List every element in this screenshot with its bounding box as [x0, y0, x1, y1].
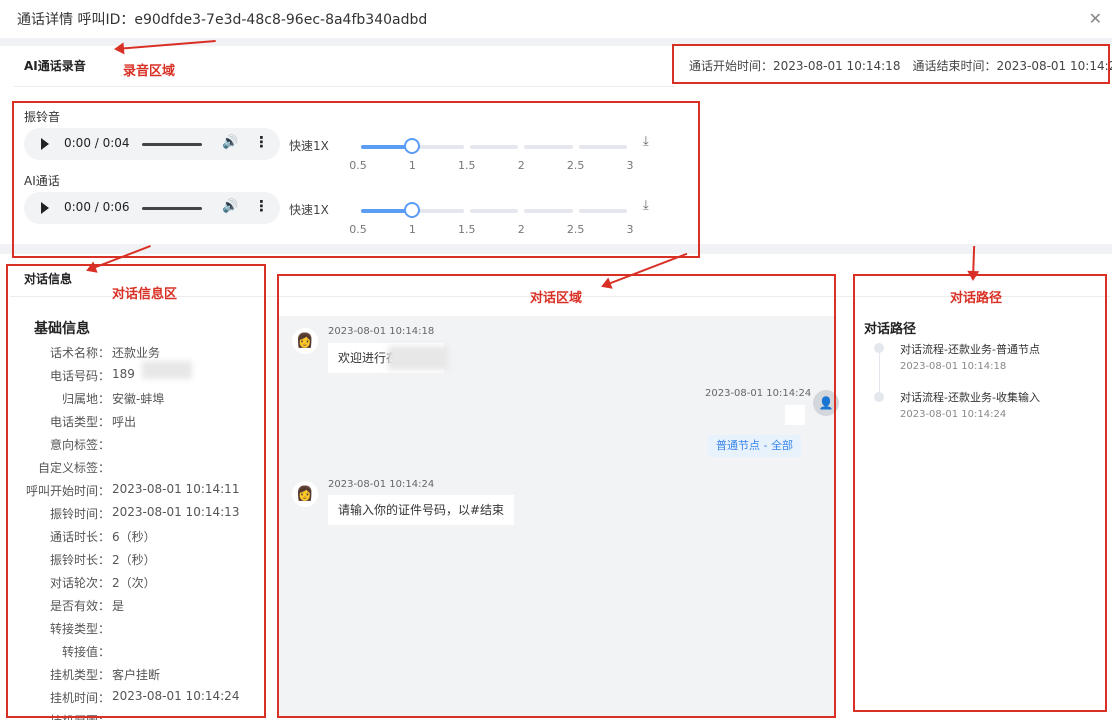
annotation-label-path: 对话路径 [950, 291, 1003, 306]
annotation-box-chat [277, 274, 836, 718]
annotation-label-chat: 对话区域 [530, 291, 583, 306]
recording-divider [14, 86, 674, 87]
annotation-box-recording [12, 101, 700, 258]
annotation-label-info: 对话信息区 [112, 287, 178, 302]
annotation-arrow-path [972, 245, 976, 280]
annotation-label-recording: 录音区域 [123, 64, 176, 79]
annotation-box-time [672, 44, 1110, 84]
annotation-box-info [6, 264, 266, 718]
dialog-header: 通话详情 呼叫ID：e90dfde3-7e3d-48c8-96ec-8a4fb3… [0, 0, 1112, 38]
annotation-box-path [853, 274, 1107, 712]
dialog-title: 通话详情 呼叫ID：e90dfde3-7e3d-48c8-96ec-8a4fb3… [17, 12, 428, 28]
close-icon[interactable]: ✕ [1089, 9, 1102, 28]
recording-title: AI通话录音 [24, 59, 86, 73]
